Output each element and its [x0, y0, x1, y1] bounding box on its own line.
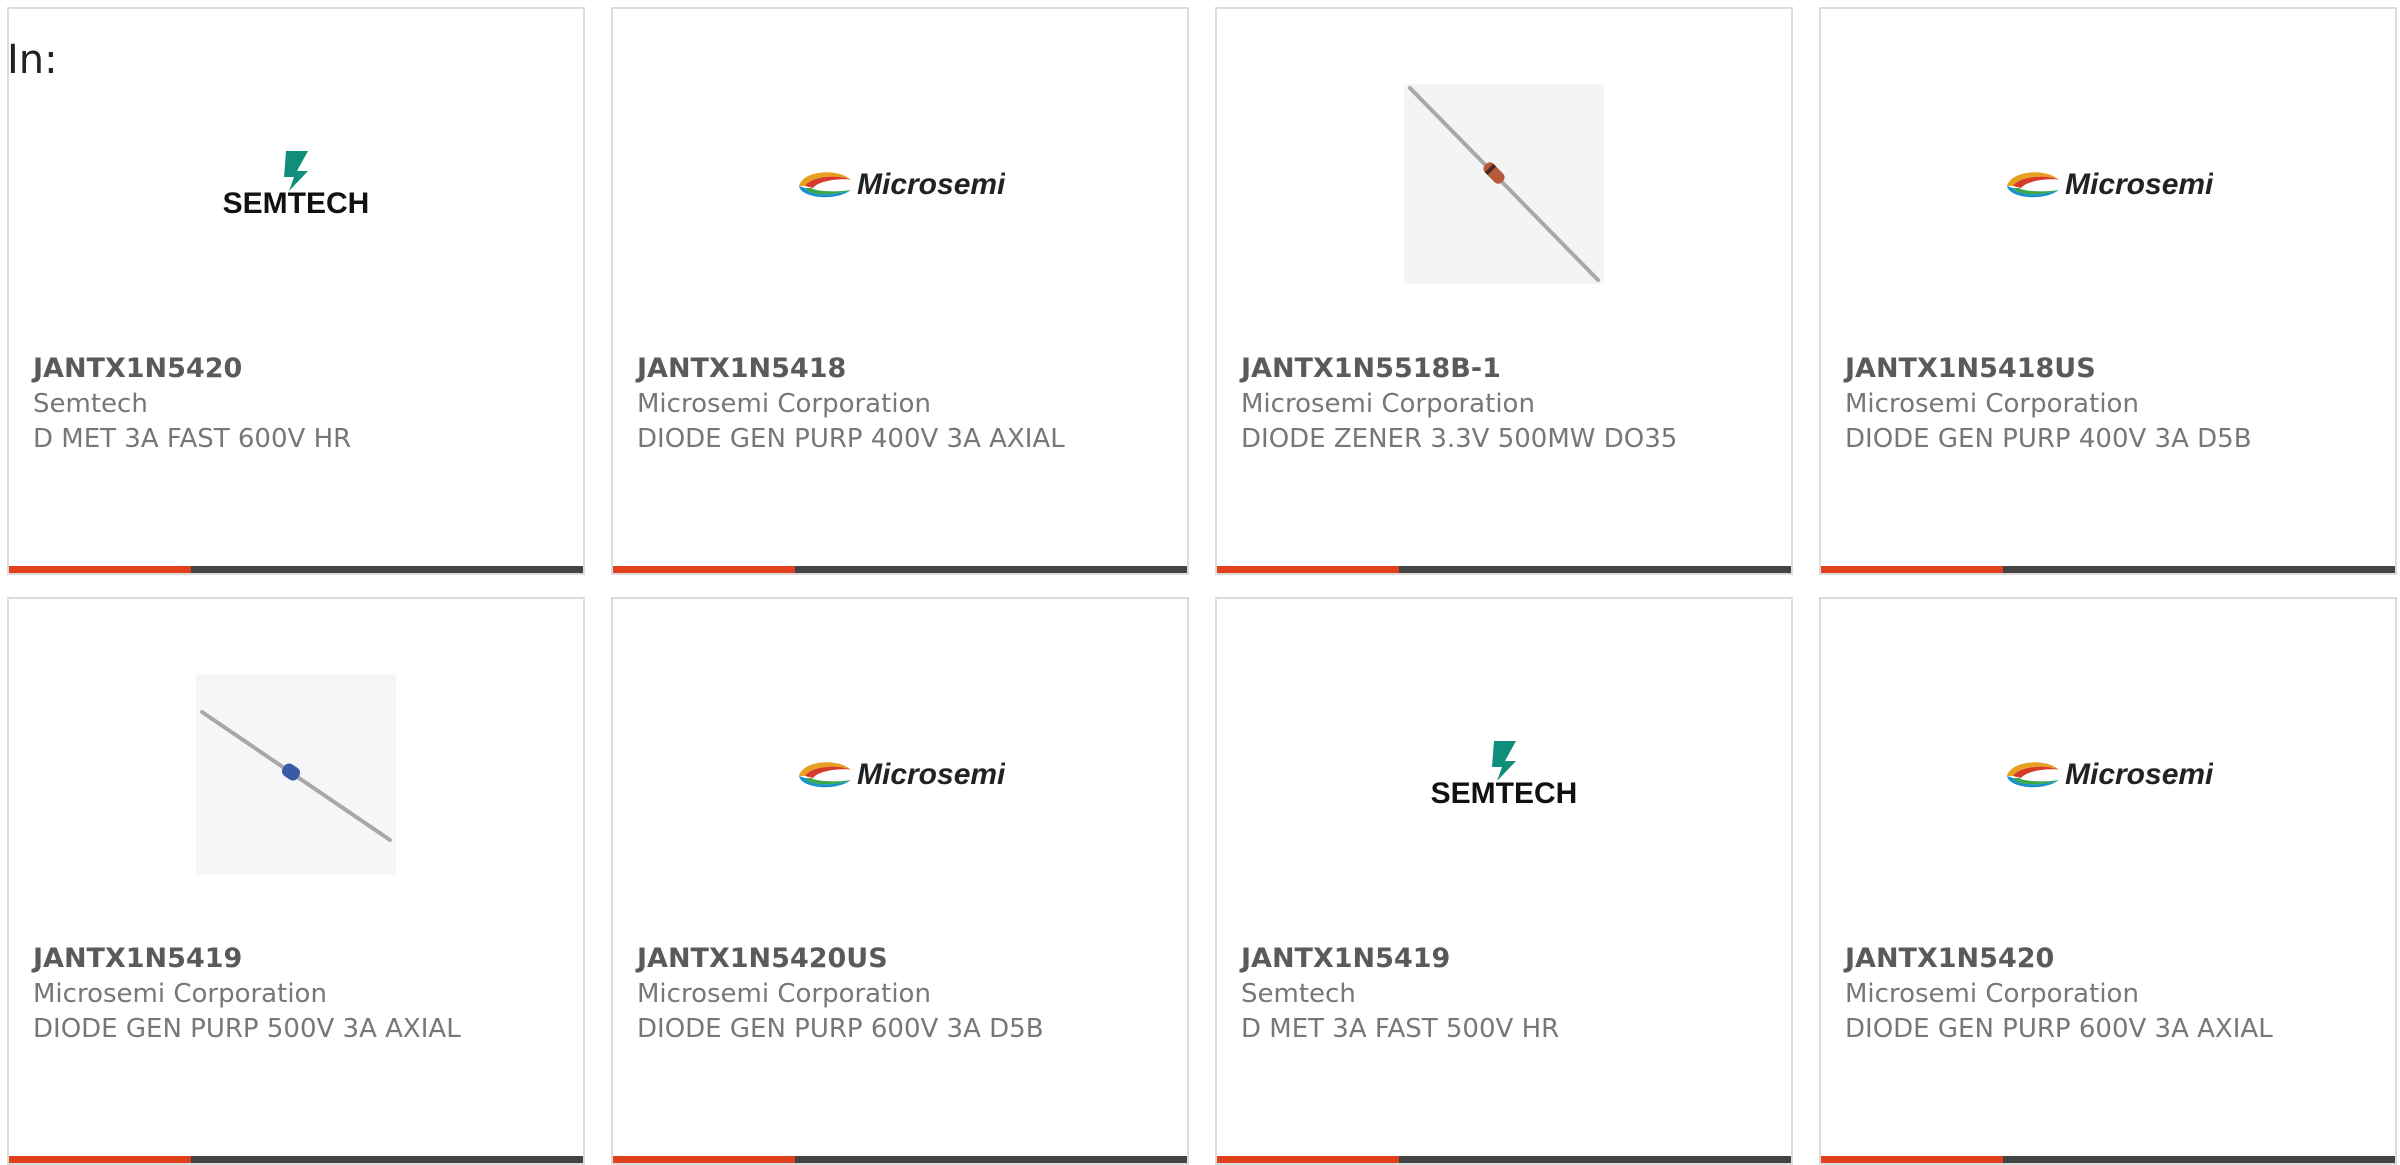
microsemi-logo: Microsemi	[2007, 168, 2213, 201]
card-bottom-bar	[1217, 1156, 1791, 1163]
semtech-logo-text: SEMTECH	[223, 187, 370, 219]
product-part-number[interactable]: JANTX1N5418	[637, 353, 846, 384]
card-bar-accent	[9, 1156, 191, 1163]
microsemi-logo: Microsemi	[2007, 758, 2213, 791]
product-card[interactable]: SEMTECH JANTX1N5419 Semtech D MET 3A FAS…	[1215, 597, 1793, 1165]
product-description: DIODE ZENER 3.3V 500MW DO35	[1241, 424, 1678, 454]
card-bar-accent	[1821, 1156, 2003, 1163]
card-bottom-bar	[9, 566, 583, 573]
diode-red-photo	[1404, 84, 1604, 284]
product-card[interactable]: Microsemi JANTX1N5420 Microsemi Corporat…	[1819, 597, 2397, 1165]
product-image	[9, 659, 583, 889]
product-part-number[interactable]: JANTX1N5419	[33, 943, 242, 974]
product-card[interactable]: JANTX1N5518B-1 Microsemi Corporation DIO…	[1215, 7, 1793, 575]
product-card[interactable]: Microsemi JANTX1N5418US Microsemi Corpor…	[1819, 7, 2397, 575]
product-description: DIODE GEN PURP 400V 3A AXIAL	[637, 424, 1065, 454]
semtech-logo: SEMTECH	[1431, 741, 1578, 809]
microsemi-logo-text: Microsemi	[857, 168, 1005, 201]
semtech-logo: SEMTECH	[223, 151, 370, 219]
card-bottom-bar	[1821, 1156, 2395, 1163]
product-manufacturer: Semtech	[33, 389, 148, 419]
product-manufacturer: Microsemi Corporation	[1241, 389, 1535, 419]
product-card[interactable]: JANTX1N5419 Microsemi Corporation DIODE …	[7, 597, 585, 1165]
microsemi-logo: Microsemi	[799, 168, 1005, 201]
product-description: D MET 3A FAST 600V HR	[33, 424, 352, 454]
microsemi-logo-text: Microsemi	[857, 758, 1005, 791]
card-bottom-bar	[613, 566, 1187, 573]
product-part-number[interactable]: JANTX1N5420	[1845, 943, 2054, 974]
product-part-number[interactable]: JANTX1N5419	[1241, 943, 1450, 974]
card-bottom-bar	[1217, 566, 1791, 573]
product-manufacturer: Microsemi Corporation	[637, 389, 931, 419]
card-bar-accent	[9, 566, 191, 573]
product-description: DIODE GEN PURP 600V 3A D5B	[637, 1014, 1044, 1044]
product-card[interactable]: SEMTECH JANTX1N5420 Semtech D MET 3A FAS…	[7, 7, 585, 575]
microsemi-logo: Microsemi	[799, 758, 1005, 791]
card-bottom-bar	[9, 1156, 583, 1163]
product-part-number[interactable]: JANTX1N5518B-1	[1241, 353, 1501, 384]
product-manufacturer: Microsemi Corporation	[637, 979, 931, 1009]
product-manufacturer: Microsemi Corporation	[1845, 389, 2139, 419]
product-description: DIODE GEN PURP 400V 3A D5B	[1845, 424, 2252, 454]
card-bottom-bar	[1821, 566, 2395, 573]
product-image: SEMTECH	[1217, 659, 1791, 889]
product-image: Microsemi	[613, 659, 1187, 889]
product-part-number[interactable]: JANTX1N5420US	[637, 943, 888, 974]
microsemi-logo-text: Microsemi	[2065, 758, 2213, 791]
product-card[interactable]: Microsemi JANTX1N5418 Microsemi Corporat…	[611, 7, 1189, 575]
product-description: D MET 3A FAST 500V HR	[1241, 1014, 1560, 1044]
product-image: Microsemi	[613, 69, 1187, 299]
product-card[interactable]: Microsemi JANTX1N5420US Microsemi Corpor…	[611, 597, 1189, 1165]
product-manufacturer: Semtech	[1241, 979, 1356, 1009]
product-manufacturer: Microsemi Corporation	[1845, 979, 2139, 1009]
card-bar-accent	[613, 1156, 795, 1163]
card-bar-accent	[1217, 566, 1399, 573]
card-bar-accent	[613, 566, 795, 573]
product-manufacturer: Microsemi Corporation	[33, 979, 327, 1009]
filter-in-label: In:	[7, 37, 58, 83]
card-bar-accent	[1821, 566, 2003, 573]
card-bottom-bar	[613, 1156, 1187, 1163]
product-image: SEMTECH	[9, 69, 583, 299]
product-part-number[interactable]: JANTX1N5418US	[1845, 353, 2096, 384]
product-image: Microsemi	[1821, 69, 2395, 299]
product-description: DIODE GEN PURP 500V 3A AXIAL	[33, 1014, 461, 1044]
card-bar-accent	[1217, 1156, 1399, 1163]
product-image: Microsemi	[1821, 659, 2395, 889]
semtech-logo-text: SEMTECH	[1431, 777, 1578, 809]
product-description: DIODE GEN PURP 600V 3A AXIAL	[1845, 1014, 2273, 1044]
product-image	[1217, 69, 1791, 299]
product-part-number[interactable]: JANTX1N5420	[33, 353, 242, 384]
microsemi-logo-text: Microsemi	[2065, 168, 2213, 201]
diode-blue-photo	[196, 674, 396, 874]
